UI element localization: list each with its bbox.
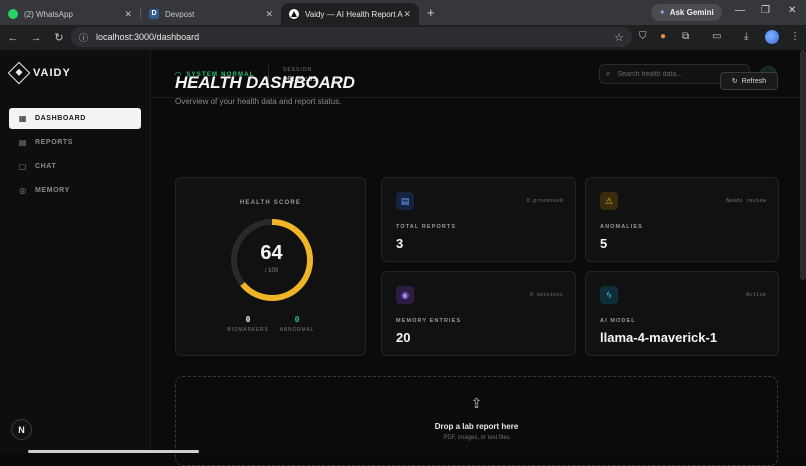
gemini-icon: ✦: [659, 8, 666, 17]
close-icon[interactable]: ✕: [124, 9, 132, 20]
ai-model-card[interactable]: ϟ Active AI MODEL llama-4-maverick-1: [585, 271, 779, 356]
health-score-label: HEALTH SCORE: [239, 200, 302, 206]
document-icon: ▤: [18, 138, 28, 147]
health-score-max: / 100: [264, 268, 279, 274]
forward-icon[interactable]: →: [26, 32, 46, 44]
profile-avatar[interactable]: [765, 30, 779, 44]
sidebar-item-label: REPORTS: [35, 139, 74, 146]
close-icon[interactable]: ✕: [265, 9, 273, 20]
health-score-card: HEALTH SCORE 64 / 100 0 BIOMARKERS 0 ABN…: [175, 177, 366, 356]
back-icon[interactable]: ←: [3, 32, 23, 44]
ai-model-label: AI MODEL: [600, 318, 636, 324]
brand-logo[interactable]: VAIDY: [7, 61, 71, 85]
sidebar: VAIDY ▦ DASHBOARD ▤ REPORTS ▢ CHAT ◎ MEM…: [0, 50, 151, 453]
health-score-value: 64: [260, 242, 283, 264]
sidebar-item-label: MEMORY: [35, 187, 70, 194]
upload-icon: ⇪: [470, 395, 483, 411]
vertical-scrollbar[interactable]: [800, 50, 806, 280]
ask-gemini-button[interactable]: ✦ Ask Gemini: [651, 4, 722, 21]
anomalies-meta: Needs review: [726, 198, 766, 204]
close-icon[interactable]: ✕: [403, 9, 411, 20]
page-subtitle: Overview of your health data and report …: [175, 97, 342, 106]
dropzone-title: Drop a lab report here: [434, 422, 519, 431]
sidebar-item-label: DASHBOARD: [35, 115, 86, 122]
cast-icon[interactable]: ▭: [712, 31, 721, 42]
refresh-label: Refresh: [741, 77, 767, 85]
devpost-icon: D: [149, 9, 159, 19]
whatsapp-icon: [8, 9, 18, 19]
dropzone-subtitle: PDF, images, or text files: [443, 435, 510, 441]
abnormal-stat: 0 ABNORMAL: [267, 315, 327, 333]
grid-icon: ▦: [18, 114, 28, 123]
tab-vaidy[interactable]: Vaidy — AI Health Report Analy ✕: [281, 3, 419, 25]
total-reports-card[interactable]: ▤ 0 processed TOTAL REPORTS 3: [381, 177, 576, 262]
url-text: localhost:3000/dashboard: [96, 32, 200, 42]
anomalies-card[interactable]: ⚠ Needs review ANOMALIES 5: [585, 177, 779, 262]
ai-model-meta: Active: [746, 292, 766, 298]
vaidy-icon: [289, 9, 299, 19]
tab-label: Devpost: [165, 9, 195, 19]
total-reports-value: 3: [396, 236, 404, 251]
address-bar[interactable]: ⓘ localhost:3000/dashboard ☆: [71, 27, 632, 47]
memory-icon: ◎: [19, 186, 27, 195]
site-info-icon[interactable]: ⓘ: [79, 31, 88, 44]
search-icon: ⌕: [606, 69, 611, 78]
total-reports-meta: 0 processed: [526, 198, 563, 204]
nextjs-badge[interactable]: N: [11, 419, 32, 440]
memory-icon: ◉: [396, 286, 414, 304]
shield-icon[interactable]: ⛉: [639, 31, 647, 42]
reload-icon[interactable]: ↻: [49, 31, 69, 44]
abnormal-value: 0: [294, 315, 300, 324]
browser-toolbar: ← → ↻ ⓘ localhost:3000/dashboard ☆ ⛉ ● ⧉…: [0, 25, 806, 50]
sidebar-item-dashboard[interactable]: ▦ DASHBOARD: [9, 108, 141, 129]
close-window-icon[interactable]: ✕: [788, 5, 796, 16]
memory-entries-card[interactable]: ◉ 0 sessions MEMORY ENTRIES 20: [381, 271, 576, 356]
download-icon[interactable]: ⤓: [744, 31, 748, 42]
sidebar-item-chat[interactable]: ▢ CHAT: [9, 156, 141, 177]
extension-icon[interactable]: ●: [660, 31, 666, 42]
tab-devpost[interactable]: D Devpost ✕: [141, 3, 281, 25]
anomalies-value: 5: [600, 236, 608, 251]
warning-icon: ⚠: [600, 192, 618, 210]
tab-whatsapp[interactable]: (2) WhatsApp ✕: [0, 3, 140, 25]
page-title: HEALTH DASHBOARD: [175, 73, 355, 92]
minimize-icon[interactable]: —: [735, 5, 745, 16]
chat-icon: ▢: [18, 162, 28, 171]
sidebar-item-label: CHAT: [35, 163, 57, 170]
sidebar-item-memory[interactable]: ◎ MEMORY: [9, 180, 141, 201]
refresh-icon: ↻: [731, 78, 738, 85]
menu-kebab-icon[interactable]: ⋮: [790, 31, 800, 42]
logo-diamond-icon: [7, 61, 31, 85]
document-icon: ▤: [396, 192, 414, 210]
restore-icon[interactable]: ❐: [761, 5, 770, 16]
abnormal-label: ABNORMAL: [279, 327, 315, 333]
brand-name: VAIDY: [33, 67, 71, 79]
ai-model-value: llama-4-maverick-1: [600, 330, 718, 345]
tab-label: Vaidy — AI Health Report Analy: [305, 9, 403, 19]
memory-label: MEMORY ENTRIES: [396, 318, 462, 324]
bolt-icon: ϟ: [600, 286, 618, 304]
sidebar-item-reports[interactable]: ▤ REPORTS: [9, 132, 141, 153]
memory-value: 20: [396, 330, 411, 345]
new-tab-icon[interactable]: +: [427, 5, 435, 20]
refresh-button[interactable]: ↻ Refresh: [720, 72, 778, 90]
puzzle-icon[interactable]: ⧉: [682, 31, 689, 42]
memory-meta: 0 sessions: [529, 292, 563, 298]
tab-label: (2) WhatsApp: [24, 9, 73, 19]
anomalies-label: ANOMALIES: [600, 224, 643, 230]
bookmark-star-icon[interactable]: ☆: [614, 31, 624, 44]
total-reports-label: TOTAL REPORTS: [396, 224, 457, 230]
gemini-label: Ask Gemini: [669, 8, 714, 17]
